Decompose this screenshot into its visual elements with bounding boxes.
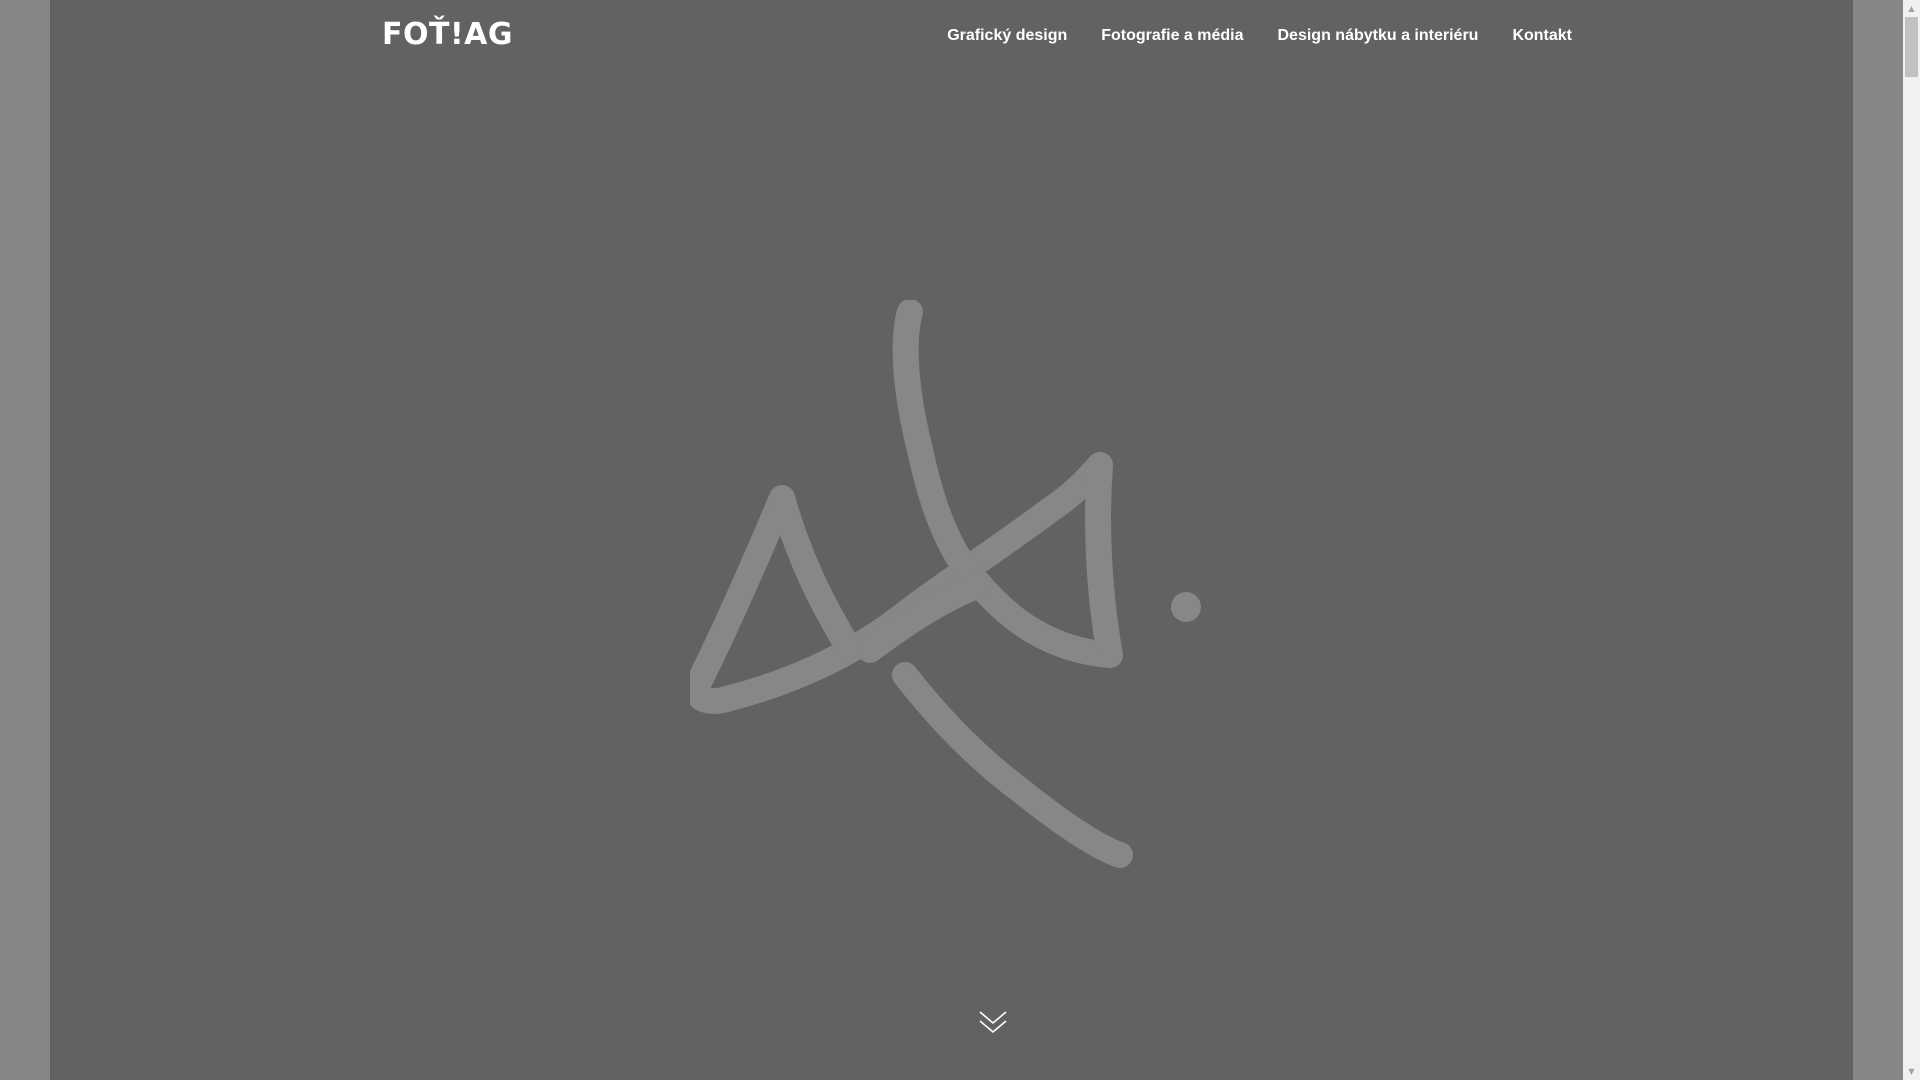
site-header: FOŤ!AG Grafický design Fotografie a médi… xyxy=(382,0,1572,72)
site-logo[interactable]: FOŤ!AG xyxy=(382,14,513,56)
signature-stroke-a-left xyxy=(769,485,863,663)
nav-link-fotografie-a-media[interactable]: Fotografie a média xyxy=(1101,24,1243,48)
signature-dot xyxy=(1171,592,1201,622)
nav-link-design-nabytku[interactable]: Design nábytku a interiéru xyxy=(1278,24,1479,48)
vertical-scrollbar[interactable]: ▲ ▼ xyxy=(1903,0,1920,1080)
scroll-up-arrow-icon[interactable]: ▲ xyxy=(1903,0,1920,17)
browser-viewport: FOŤ!AG Grafický design Fotografie a médi… xyxy=(0,0,1903,1080)
scrollbar-thumb[interactable] xyxy=(1905,17,1918,77)
signature-logo-mark xyxy=(690,300,1201,868)
nav-link-graficky-design[interactable]: Grafický design xyxy=(947,24,1067,48)
main-nav: Grafický design Fotografie a média Desig… xyxy=(947,24,1572,48)
nav-link-kontakt[interactable]: Kontakt xyxy=(1512,24,1572,48)
double-chevron-down-icon[interactable] xyxy=(977,1008,1009,1038)
hero-section: FOŤ!AG Grafický design Fotografie a médi… xyxy=(50,0,1853,1080)
scroll-down-arrow-icon[interactable]: ▼ xyxy=(1903,1063,1920,1080)
signature-stroke-tail xyxy=(892,662,1133,868)
signature-stroke-loop xyxy=(1085,452,1123,668)
